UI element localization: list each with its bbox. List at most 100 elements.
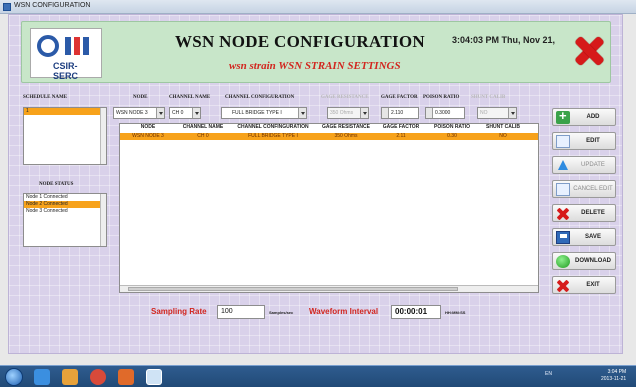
save-disk-icon <box>556 231 570 244</box>
node-label: NODE <box>133 95 148 100</box>
column-header[interactable]: GAGE RESISTANCE <box>316 124 376 133</box>
channel-table[interactable]: NODE CHANNEL NAME CHANNEL CONFINGURATION… <box>119 123 539 293</box>
column-header[interactable]: POISON RATIO <box>426 124 478 133</box>
page-subtitle: wsn strain WSN STRAIN SETTINGS <box>229 60 401 72</box>
media-player-icon[interactable] <box>118 369 134 385</box>
gage-resistance-value: 350 Ohms <box>330 110 354 116</box>
csir-serc-logo: CSIR-SERC <box>30 28 102 81</box>
horizontal-scrollbar[interactable] <box>120 285 538 292</box>
edit-document-icon <box>556 135 570 148</box>
scrollbar[interactable] <box>100 194 106 246</box>
save-button[interactable]: SAVE <box>552 228 616 246</box>
shunt-calib-value: NO <box>480 110 488 116</box>
start-button[interactable] <box>5 368 23 386</box>
chevron-down-icon <box>156 108 164 118</box>
channel-configuration-value: FULL BRIDGE TYPE I <box>232 110 282 116</box>
screen: WSN CONFIGURATION CSIR-SERC WSN NODE CON… <box>0 0 636 387</box>
taskbar-date: 2013-11-21 <box>601 376 627 382</box>
table-row[interactable]: WSN NODE 3 CH 0 FULL BRIDGE TYPE I 350 O… <box>120 133 538 140</box>
gage-factor-stepper[interactable]: 2.110 <box>381 107 419 119</box>
download-button[interactable]: DOWNLOAD <box>552 252 616 270</box>
table-cell: 0.30 <box>447 133 457 139</box>
explorer-icon[interactable] <box>34 369 50 385</box>
list-item[interactable]: Node 2 Connected <box>24 201 106 208</box>
sampling-rate-input[interactable]: 100 <box>217 305 265 319</box>
poison-ratio-stepper[interactable]: 0.3000 <box>425 107 465 119</box>
chevron-down-icon <box>508 108 516 118</box>
list-item[interactable]: Node 3 Connected <box>24 208 106 215</box>
update-button[interactable]: UPDATE <box>552 156 616 174</box>
wsn-configuration-panel: CSIR-SERC WSN NODE CONFIGURATION wsn str… <box>8 14 623 354</box>
table-cell: CH 0 <box>197 133 209 139</box>
sampling-unit-label: Samples/sec <box>269 310 294 315</box>
exit-x-icon <box>556 279 570 292</box>
sampling-rate-label: Sampling Rate <box>151 307 207 316</box>
window-titlebar: WSN CONFIGURATION <box>0 0 636 14</box>
list-item[interactable]: 1 <box>24 108 106 115</box>
header-panel: CSIR-SERC WSN NODE CONFIGURATION wsn str… <box>21 21 611 83</box>
waveform-interval-label: Waveform Interval <box>309 307 379 316</box>
folder-icon[interactable] <box>62 369 78 385</box>
column-header[interactable]: SHUNT CALIB <box>478 124 528 133</box>
gage-factor-value: 2.110 <box>391 110 404 116</box>
scrollbar[interactable] <box>100 108 106 164</box>
shunt-calib-select[interactable]: NO <box>477 107 517 119</box>
wsn-app-taskbar-icon[interactable] <box>146 369 162 385</box>
page-title: WSN NODE CONFIGURATION <box>175 32 425 51</box>
window-title: WSN CONFIGURATION <box>14 2 91 9</box>
cancel-edit-button[interactable]: CANCEL EDIT <box>552 180 616 198</box>
column-header[interactable]: CHANNEL CONFINGURATION <box>230 124 316 133</box>
table-cell: NO <box>499 133 507 139</box>
column-header[interactable]: CHANNEL NAME <box>176 124 230 133</box>
gage-resistance-label: GAGE RESISTANCE <box>321 95 369 100</box>
channel-select-value: CH 0 <box>172 110 184 116</box>
scrollbar-thumb[interactable] <box>128 287 458 291</box>
download-icon <box>556 255 570 268</box>
node-select-value: WSN NODE 3 <box>116 110 148 116</box>
channel-configuration-select[interactable]: FULL BRIDGE TYPE I <box>221 107 307 119</box>
close-icon[interactable] <box>573 36 605 64</box>
language-indicator[interactable]: EN <box>545 371 552 377</box>
node-status-label: NODE STATUS <box>39 182 74 187</box>
taskbar-time: 3:04 PM <box>607 369 627 375</box>
gage-factor-label: GAGE FACTOR <box>381 95 418 100</box>
building-logo-icon <box>65 37 95 55</box>
taskbar-clock[interactable]: 3:04 PM 2013-11-21 <box>601 369 626 383</box>
waveform-unit-label: HH:MM:SS <box>445 310 466 315</box>
chevron-down-icon <box>360 108 368 118</box>
table-cell: WSN NODE 3 <box>132 133 164 139</box>
column-header[interactable]: GAGE FACTOR <box>376 124 426 133</box>
shunt-calib-label: SHUNT CALIB <box>471 95 506 100</box>
gage-resistance-select[interactable]: 350 Ohms <box>327 107 369 119</box>
taskbar: EN 3:04 PM 2013-11-21 <box>0 365 636 387</box>
table-header: NODE CHANNEL NAME CHANNEL CONFINGURATION… <box>120 124 538 133</box>
add-button[interactable]: ADD <box>552 108 616 126</box>
spin-arrows-icon[interactable] <box>382 108 389 118</box>
waveform-interval-input[interactable]: 00:00:01 <box>391 305 441 319</box>
channel-name-label: CHANNEL NAME <box>169 95 211 100</box>
column-header[interactable]: NODE <box>120 124 176 133</box>
schedule-listbox[interactable]: 1 <box>23 107 107 165</box>
chevron-down-icon <box>298 108 306 118</box>
table-cell: 2.11 <box>396 133 406 139</box>
channel-select[interactable]: CH 0 <box>169 107 201 119</box>
delete-button[interactable]: DELETE <box>552 204 616 222</box>
spin-arrows-icon[interactable] <box>426 108 433 118</box>
node-status-listbox[interactable]: Node 1 Connected Node 2 Connected Node 3… <box>23 193 107 247</box>
list-item[interactable]: Node 1 Connected <box>24 194 106 201</box>
upload-arrow-icon <box>556 159 570 172</box>
chevron-down-icon <box>192 108 200 118</box>
exit-button[interactable]: EXIT <box>552 276 616 294</box>
edit-button[interactable]: EDIT <box>552 132 616 150</box>
poison-ratio-label: POISON RATIO <box>423 95 460 100</box>
add-icon <box>556 108 570 124</box>
table-cell: FULL BRIDGE TYPE I <box>248 133 298 139</box>
table-cell: 350 Ohms <box>334 133 358 139</box>
schedule-name-label: SCHEDULE NAME <box>23 95 68 100</box>
app-window-icon <box>3 3 11 11</box>
browser-icon[interactable] <box>90 369 106 385</box>
poison-ratio-value: 0.3000 <box>435 110 451 116</box>
channel-configuration-label: CHANNEL CONFIGURATION <box>225 95 295 100</box>
node-select[interactable]: WSN NODE 3 <box>113 107 165 119</box>
clock-display: 3:04:03 PM Thu, Nov 21, <box>452 35 556 45</box>
